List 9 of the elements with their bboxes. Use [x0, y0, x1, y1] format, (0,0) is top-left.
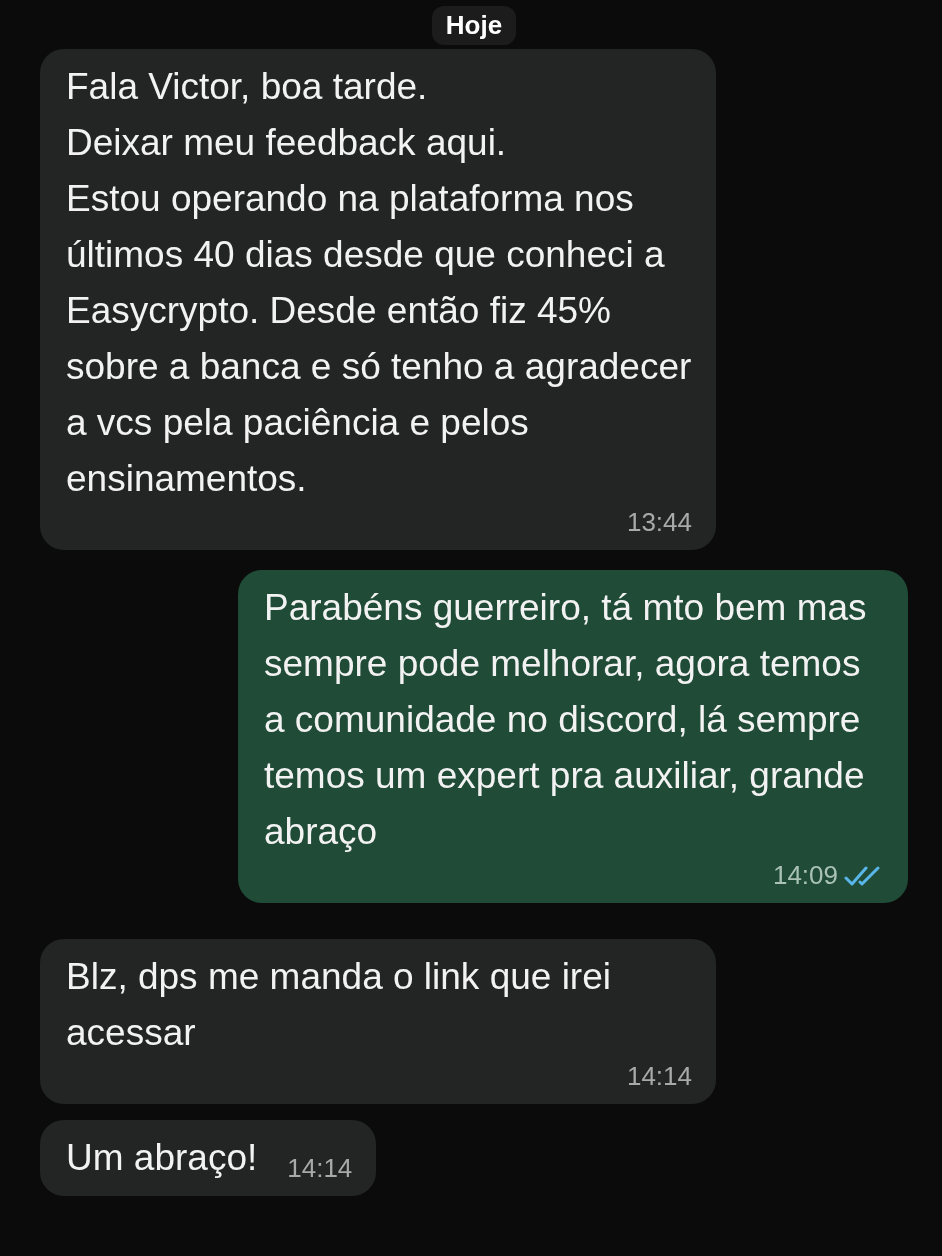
- message-text: Parabéns guerreiro, tá mto bem mas sempre pode melhorar, agora temos a comunidade no discord, lá sempre temos um expert pra auxiliar, grande abraço: [264, 586, 868, 854]
- message-time: 14:09: [772, 860, 838, 891]
- date-pill: Hoje: [431, 6, 517, 45]
- message-text: Fala Victor, boa tarde. Deixar meu feedback aqui. Estou operando na plataforma nos últimos 40 dias desde que conheci a Easycrypto. Desde então fiz 45% sobre a banca e só tenho a agradecer a vcs pela paciência e pelos ensinamentos.: [66, 65, 692, 501]
- message-text: Um abraço!: [66, 1136, 258, 1180]
- message-time: 14:14: [626, 1061, 692, 1092]
- message-time: 14:14: [287, 1153, 353, 1184]
- message-text: Blz, dps me manda o link que irei acessar: [66, 955, 612, 1055]
- message-time: 13:44: [626, 507, 692, 538]
